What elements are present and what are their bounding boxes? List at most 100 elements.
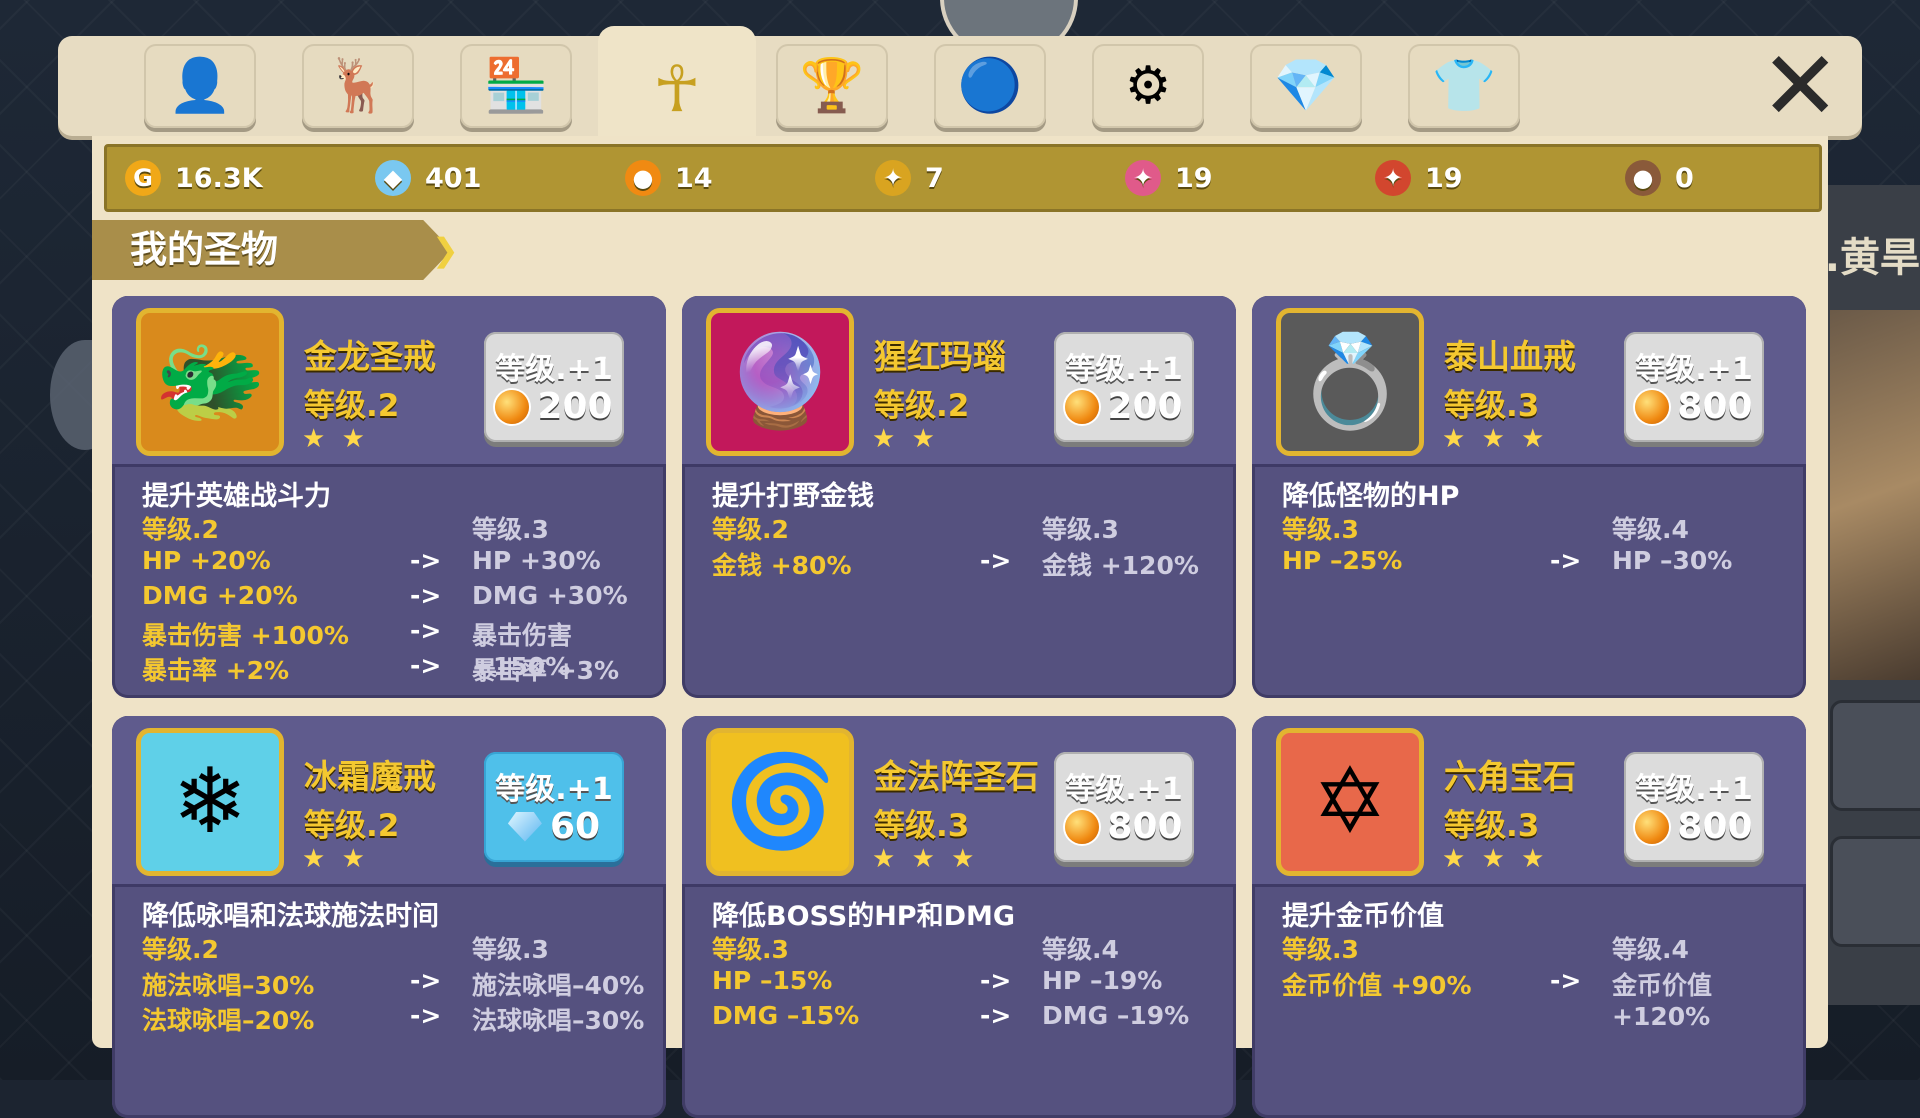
upgrade-button[interactable]: 等级.+1 800 (1054, 752, 1194, 862)
diamond-icon (507, 811, 542, 842)
star-rating: ★ ★ ★ (872, 844, 979, 874)
upgrade-button[interactable]: 等级.+1 200 (484, 332, 624, 442)
upgrade-button[interactable]: 等级.+1 200 (1054, 332, 1194, 442)
golden-dragon-ring-icon: 🐲 (136, 308, 284, 456)
stat-next: HP +30% (472, 546, 601, 575)
relic-level: 等级.2 (304, 388, 400, 424)
stat-current: DMG –15% (712, 1001, 860, 1030)
currency-value: 19 (1425, 162, 1463, 194)
stat-next: HP –19% (1042, 966, 1163, 995)
red-creature-icon: ✦ (1375, 160, 1411, 196)
relic-card: ✡ 六角宝石 等级.3 ★ ★ ★ 等级.+1 800 提升金币价值 等级.3 等级.4 金币价值… (1252, 716, 1806, 1118)
relic-card-header: ❄ 冰霜魔戒 等级.2 ★ ★ 等级.+1 60 (112, 716, 666, 887)
cost-value: 200 (537, 386, 613, 427)
upgrade-button[interactable]: 等级.+1 60 (484, 752, 624, 862)
currency-value: 16.3K (175, 162, 263, 194)
trophy-icon: 🏆 (799, 56, 865, 116)
star-rating: ★ ★ (302, 424, 369, 454)
tab-ankh-relic[interactable]: ☥ (598, 26, 756, 154)
currency-gold-coin: G 16.3K (125, 157, 263, 199)
shop-icon: 🏪 (483, 56, 549, 116)
hexagram-gem-icon: ✡ (1276, 728, 1424, 876)
stat-next: 施法咏唱–40% (472, 971, 645, 1000)
side-card[interactable] (1830, 836, 1920, 947)
relic-card: 🌀 金法阵圣石 等级.3 ★ ★ ★ 等级.+1 800 降低BOSS的HP和DMG 等级.3… (682, 716, 1236, 1118)
next-level-header: 等级.3 (472, 515, 549, 544)
tab-blue-gem[interactable]: 💎 (1250, 44, 1362, 128)
relic-name: 金法阵圣石 (874, 757, 1039, 796)
arrow-icon: -> (1550, 966, 1582, 995)
upgrade-cost: 800 (1054, 806, 1194, 847)
next-level-header: 等级.3 (1042, 515, 1119, 544)
stat-header-row: 等级.2 等级.3 (142, 510, 662, 544)
relic-card: ❄ 冰霜魔戒 等级.2 ★ ★ 等级.+1 60 降低咏唱和法球施法时间 等级.2 等级.3 施法… (112, 716, 666, 1118)
blood-ring-icon: 💍 (1276, 308, 1424, 456)
relic-card-header: 🔮 猩红玛瑙 等级.2 ★ ★ 等级.+1 200 (682, 296, 1236, 467)
upgrade-label: 等级.+1 (1065, 772, 1183, 807)
tab-deer-head[interactable]: 🦌 (302, 44, 414, 128)
upgrade-cost: 800 (1624, 386, 1764, 427)
stat-current: 金币价值 +90% (1282, 971, 1472, 1000)
currency-value: 401 (425, 162, 482, 194)
current-level-header: 等级.2 (712, 515, 789, 544)
side-card[interactable] (1830, 700, 1920, 811)
relic-description: 提升打野金钱 (712, 481, 874, 512)
tab-shop[interactable]: 🏪 (460, 44, 572, 128)
close-icon[interactable]: ✕ (1760, 38, 1840, 134)
chevron-right-icon: ❯ (432, 231, 459, 269)
gold-star-creature-icon: ✦ (875, 160, 911, 196)
brown-pouch-icon: ● (1625, 160, 1661, 196)
arrow-icon: -> (410, 651, 442, 680)
stat-next: 金钱 +120% (1042, 551, 1199, 580)
stat-current: HP –15% (712, 966, 833, 995)
stat-row: DMG +20% -> DMG +30% (142, 581, 662, 615)
arrow-icon: -> (410, 581, 442, 610)
frost-ring-icon: ❄ (136, 728, 284, 876)
relic-level: 等级.2 (874, 388, 970, 424)
stat-next: 暴击率 +3% (472, 656, 620, 685)
relic-name: 六角宝石 (1444, 757, 1576, 796)
relic-card-header: 💍 泰山血戒 等级.3 ★ ★ ★ 等级.+1 800 (1252, 296, 1806, 467)
arrow-icon: -> (410, 546, 442, 575)
stat-next: DMG –19% (1042, 1001, 1190, 1030)
next-level-header: 等级.4 (1612, 515, 1689, 544)
stat-row: 暴击伤害 +100% -> 暴击伤害 +150% (142, 616, 662, 681)
tab-purple-shirt[interactable]: 👕 (1408, 44, 1520, 128)
ankh-relic-icon: ☥ (653, 53, 701, 127)
stat-next: DMG +30% (472, 581, 628, 610)
relic-name: 金龙圣戒 (304, 337, 436, 376)
upgrade-cost: 200 (1054, 386, 1194, 427)
orange-orb-icon: ● (625, 160, 661, 196)
current-level-header: 等级.3 (712, 935, 789, 964)
relic-description: 降低BOSS的HP和DMG (712, 901, 1016, 932)
stat-row: 金币价值 +90% -> 金币价值 +120% (1282, 966, 1802, 1031)
relic-description: 提升英雄战斗力 (142, 481, 331, 512)
currency-orange-orb: ● 14 (625, 157, 713, 199)
stat-header-row: 等级.3 等级.4 (1282, 930, 1802, 964)
star-rating: ★ ★ (872, 424, 939, 454)
pink-creature-icon: ✦ (1125, 160, 1161, 196)
stat-header-row: 等级.2 等级.3 (712, 510, 1232, 544)
stat-current: 暴击伤害 +100% (142, 621, 349, 650)
upgrade-button[interactable]: 等级.+1 800 (1624, 752, 1764, 862)
orange-orb-icon (495, 389, 530, 424)
stat-row: HP –15% -> HP –19% (712, 966, 1232, 1000)
upgrade-button[interactable]: 等级.+1 800 (1624, 332, 1764, 442)
upgrade-label: 等级.+1 (1635, 352, 1753, 387)
tab-user[interactable]: 👤 (144, 44, 256, 128)
relic-name: 猩红玛瑙 (874, 337, 1006, 376)
currency-brown-pouch: ● 0 (1625, 157, 1694, 199)
next-level-header: 等级.3 (472, 935, 549, 964)
gold-coin-icon: G (125, 160, 161, 196)
diamond-icon: ◆ (375, 160, 411, 196)
tab-blue-orb[interactable]: 🔵 (934, 44, 1046, 128)
relic-description: 降低咏唱和法球施法时间 (142, 901, 439, 932)
blue-orb-icon: 🔵 (957, 56, 1023, 116)
tab-winged-emblem[interactable]: ⚙ (1092, 44, 1204, 128)
relic-name: 泰山血戒 (1444, 337, 1576, 376)
tab-trophy[interactable]: 🏆 (776, 44, 888, 128)
stat-next: 金币价值 +120% (1612, 971, 1713, 1031)
current-level-header: 等级.3 (1282, 515, 1359, 544)
winged-emblem-icon: ⚙ (1124, 56, 1172, 116)
current-level-header: 等级.3 (1282, 935, 1359, 964)
